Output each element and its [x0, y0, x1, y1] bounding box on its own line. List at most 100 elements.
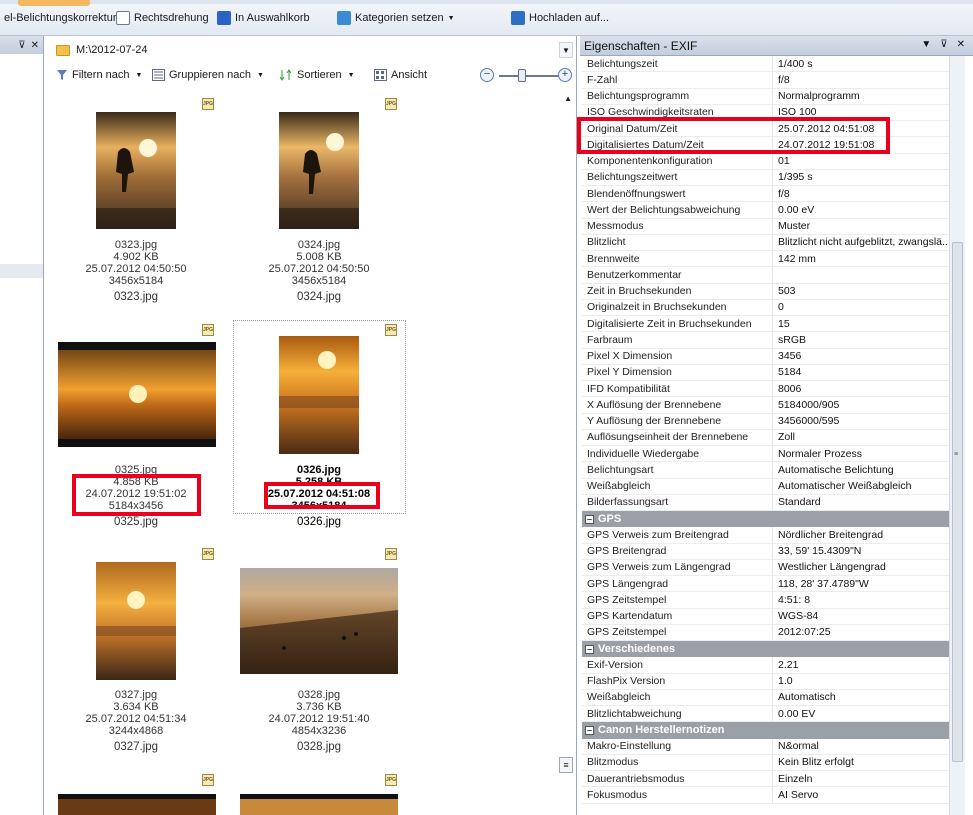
upload-button[interactable]: Hochladen auf...	[511, 9, 609, 27]
photo-thumbnail-0323[interactable]	[96, 112, 176, 229]
property-row[interactable]: Bilderfassungsart Standard	[582, 494, 949, 511]
collapse-icon[interactable]: –	[585, 725, 594, 735]
filter-label: Filtern nach	[72, 69, 130, 81]
property-row[interactable]: Weißabgleich Automatisch	[582, 689, 949, 706]
property-row[interactable]: Belichtungsprogramm Normalprogramm	[582, 88, 949, 105]
photo-thumbnail-partial[interactable]	[240, 794, 398, 815]
property-key: Belichtungsart	[587, 463, 654, 476]
property-row[interactable]: GPS Zeitstempel 2012:07:25	[582, 624, 949, 641]
property-row[interactable]: GPS Längengrad 118, 28' 37.4789"W	[582, 576, 949, 593]
property-row[interactable]: GPS Breitengrad 33, 59' 15.4309"N	[582, 543, 949, 560]
property-row[interactable]: Digitalisierte Zeit in Bruchsekunden 15	[582, 316, 949, 333]
property-key: Belichtungszeitwert	[587, 171, 678, 184]
property-row[interactable]: X Auflösung der Brennebene 5184000/905	[582, 397, 949, 414]
left-panel-selected-row[interactable]	[0, 264, 43, 278]
folder-icon	[56, 44, 70, 56]
property-row[interactable]: Exif-Version 2.21	[582, 657, 949, 674]
photo-thumbnail-partial[interactable]	[58, 794, 216, 815]
property-value: Normalprogramm	[778, 90, 860, 103]
list-view-icon[interactable]: ≡	[559, 757, 573, 773]
section-title: Canon Herstellernotizen	[598, 724, 725, 737]
photo-thumbnail-0325[interactable]	[58, 342, 216, 447]
property-row[interactable]: Pixel X Dimension 3456	[582, 348, 949, 365]
pin-icon[interactable]: ⊽	[940, 39, 947, 50]
properties-scrollbar[interactable]: ≡	[949, 56, 965, 815]
chevron-down-icon[interactable]: ▼	[921, 39, 931, 50]
property-key: Y Auflösung der Brennebene	[587, 415, 722, 428]
zoom-in-button[interactable]: +	[558, 68, 572, 82]
add-to-basket-label: In Auswahlkorb	[235, 12, 310, 24]
scroll-up-icon[interactable]: ▲	[564, 94, 572, 103]
group-button[interactable]: Gruppieren nach ▼	[152, 69, 264, 81]
property-key: GPS Längengrad	[587, 577, 669, 590]
filter-chevron-icon: ▼	[135, 71, 143, 79]
file-dimensions: 3244x4868	[108, 725, 164, 737]
zoom-slider-track[interactable]	[499, 75, 559, 77]
property-value: f/8	[778, 187, 790, 200]
property-row[interactable]: Y Auflösung der Brennebene 3456000/595	[582, 413, 949, 430]
property-row[interactable]: Blendenöffnungswert f/8	[582, 186, 949, 203]
path-dropdown-icon[interactable]: ▼	[559, 42, 573, 58]
property-row[interactable]: GPS Kartendatum WGS-84	[582, 608, 949, 625]
photo-thumbnail-0324[interactable]	[279, 112, 359, 229]
property-row[interactable]: Blitzlicht Blitzlicht nicht aufgeblitzt, …	[582, 234, 949, 251]
property-row[interactable]: Blitzmodus Kein Blitz erfolgt	[582, 754, 949, 771]
property-row[interactable]: Messmodus Muster	[582, 218, 949, 235]
property-value: Automatische Belichtung	[778, 463, 894, 476]
property-value: Automatischer Weißabgleich	[778, 480, 912, 493]
section-header-misc[interactable]: – Verschiedenes	[582, 641, 949, 658]
pin-icon[interactable]: ⊽	[18, 40, 25, 51]
property-row[interactable]: Originalzeit in Bruchsekunden 0	[582, 299, 949, 316]
view-button[interactable]: Ansicht	[374, 69, 427, 81]
property-row[interactable]: GPS Verweis zum Längengrad Westlicher Län…	[582, 559, 949, 576]
property-row[interactable]: IFD Kompatibilität 8006	[582, 381, 949, 398]
collapse-icon[interactable]: –	[585, 514, 594, 524]
property-row[interactable]: Zeit in Bruchsekunden 503	[582, 283, 949, 300]
property-key: X Auflösung der Brennebene	[587, 398, 722, 411]
close-icon[interactable]: ✕	[957, 39, 965, 50]
add-to-basket-button[interactable]: In Auswahlkorb	[217, 9, 310, 27]
property-row[interactable]: GPS Zeitstempel 4:51: 8	[582, 592, 949, 609]
zoom-out-button[interactable]: −	[480, 68, 494, 82]
property-value: 0.00 eV	[778, 203, 815, 216]
property-row[interactable]: Weißabgleich Automatischer Weißabgleich	[582, 478, 949, 495]
property-row[interactable]: F-Zahl f/8	[582, 72, 949, 89]
property-row[interactable]: Fokusmodus AI Servo	[582, 787, 949, 804]
property-row[interactable]: Wert der Belichtungsabweichung 0.00 eV	[582, 202, 949, 219]
property-row[interactable]: Belichtungszeitwert 1/395 s	[582, 169, 949, 186]
photo-thumbnail-0328[interactable]	[240, 568, 398, 674]
property-row[interactable]: Farbraum sRGB	[582, 332, 949, 349]
property-row[interactable]: Blitzlichtabweichung 0.00 EV	[582, 706, 949, 723]
photo-thumbnail-0327[interactable]	[96, 562, 176, 680]
file-date: 25.07.2012 04:50:50	[85, 263, 187, 275]
property-row[interactable]: Belichtungsart Automatische Belichtung	[582, 462, 949, 479]
property-row[interactable]: Auflösungseinheit der Brennebene Zoll	[582, 429, 949, 446]
jpg-badge-icon: JPG	[385, 774, 397, 786]
path-bar[interactable]: M:\2012-07-24 ▼	[46, 36, 577, 64]
property-row[interactable]: Makro-Einstellung N&ormal	[582, 738, 949, 755]
section-header-gps[interactable]: – GPS	[582, 511, 949, 528]
property-row[interactable]: Individuelle Wiedergabe Normaler Prozess	[582, 446, 949, 463]
property-row[interactable]: FlashPix Version 1.0	[582, 673, 949, 690]
exposure-correction-button[interactable]: el-Belichtungskorrektur	[4, 9, 117, 27]
property-row[interactable]: GPS Verweis zum Breitengrad Nördlicher Br…	[582, 527, 949, 544]
collapse-icon[interactable]: –	[585, 644, 594, 654]
scrollbar-thumb[interactable]	[952, 242, 963, 762]
zoom-slider-handle[interactable]	[518, 69, 526, 82]
section-header-canon[interactable]: – Canon Herstellernotizen	[582, 722, 949, 739]
property-row[interactable]: Benutzerkommentar	[582, 267, 949, 284]
property-row[interactable]: Komponentenkonfiguration 01	[582, 153, 949, 170]
sort-button[interactable]: Sortieren ▼	[279, 69, 355, 81]
photo-thumbnail-0326[interactable]	[279, 336, 359, 454]
exposure-correction-label: el-Belichtungskorrektur	[4, 12, 117, 24]
property-row[interactable]: Pixel Y Dimension 5184	[582, 364, 949, 381]
set-categories-button[interactable]: Kategorien setzen ▼	[337, 9, 455, 27]
rotate-right-button[interactable]: Rechtsdrehung	[116, 9, 209, 27]
property-row[interactable]: Dauerantriebsmodus Einzeln	[582, 771, 949, 788]
filter-button[interactable]: Filtern nach ▼	[56, 69, 142, 81]
property-row[interactable]: Brennweite 142 mm	[582, 251, 949, 268]
property-row[interactable]: Belichtungszeit 1/400 s	[582, 56, 949, 73]
property-key: Benutzerkommentar	[587, 268, 682, 281]
property-key: FlashPix Version	[587, 675, 666, 688]
close-icon[interactable]: ✕	[31, 40, 39, 51]
